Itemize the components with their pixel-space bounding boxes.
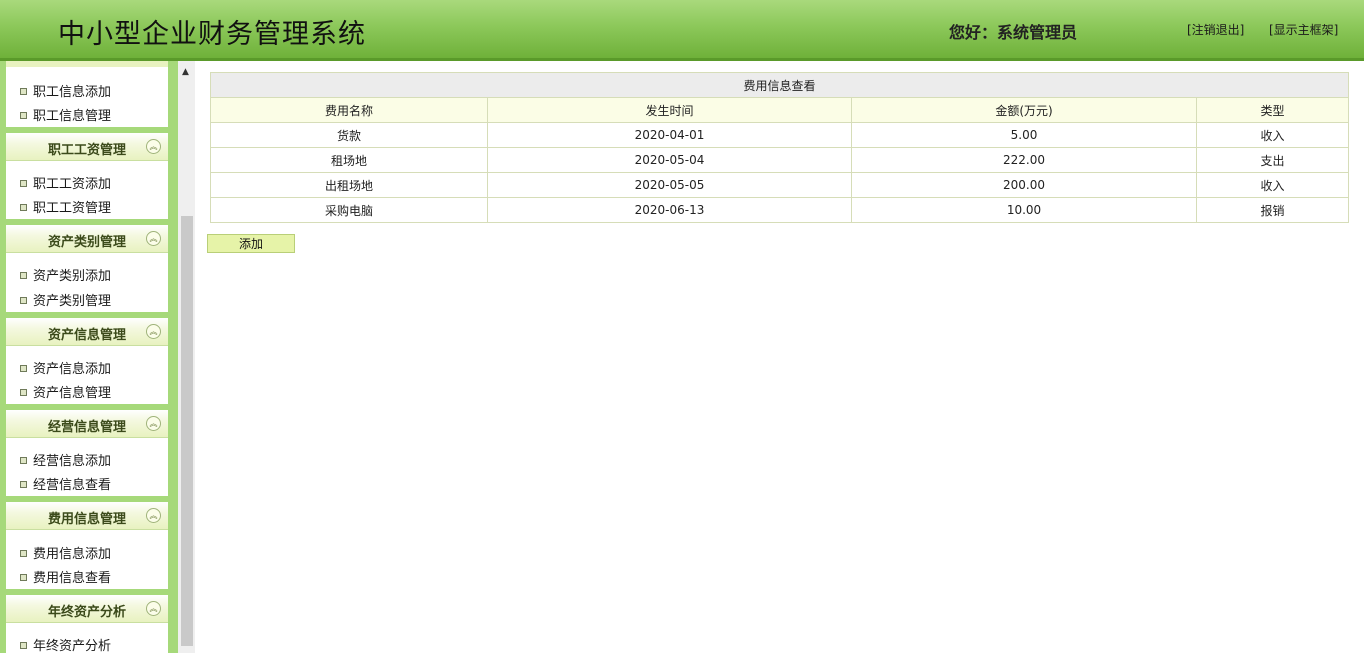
menu-section-year-end: 年终资产分析 ︽: [6, 595, 168, 623]
table-cell: 租场地: [210, 147, 488, 173]
bullet-icon: [20, 272, 27, 279]
menu-head-label: 资产类别管理: [47, 235, 126, 250]
sidebar-item-business-add[interactable]: 经营信息添加: [20, 450, 111, 469]
menu-section-business: 经营信息管理 ︽: [6, 410, 168, 438]
sidebar-item-asset-info-manage[interactable]: 资产信息管理: [20, 382, 111, 401]
table-row: 出租场地 2020-05-05 200.00 收入: [210, 172, 1349, 198]
double-chevron-up-icon[interactable]: ︽: [146, 139, 161, 154]
column-header: 金额(万元): [851, 97, 1197, 123]
bullet-icon: [20, 389, 27, 396]
bullet-icon: [20, 180, 27, 187]
menu-head-label: 资产信息管理: [47, 328, 126, 343]
menu-head-label: 职工工资管理: [47, 143, 126, 158]
table-caption-row: 费用信息查看: [210, 72, 1349, 98]
bullet-icon: [20, 297, 27, 304]
table-row: 采购电脑 2020-06-13 10.00 报销: [210, 197, 1349, 223]
sidebar-item-asset-info-add[interactable]: 资产信息添加: [20, 358, 111, 377]
sidebar-item-asset-category-add[interactable]: 资产类别添加: [20, 265, 111, 284]
show-main-frame-link[interactable]: [显示主框架]: [1269, 21, 1338, 38]
sidebar-item-business-view[interactable]: 经营信息查看: [20, 474, 111, 493]
sidebar-item-employee-manage[interactable]: 职工信息管理: [20, 105, 111, 124]
table-cell: 5.00: [851, 122, 1197, 148]
menu-head[interactable]: 年终资产分析 ︽: [6, 595, 168, 623]
table-cell: 货款: [210, 122, 488, 148]
table-cell: 出租场地: [210, 172, 488, 198]
table-row: 货款 2020-04-01 5.00 收入: [210, 122, 1349, 148]
table-cell: 10.00: [851, 197, 1197, 223]
double-chevron-up-icon[interactable]: ︽: [146, 416, 161, 431]
table-caption: 费用信息查看: [210, 72, 1349, 98]
scrollbar-thumb[interactable]: [181, 216, 193, 646]
table-cell: 收入: [1196, 122, 1349, 148]
menu-section-partial-head: [6, 61, 168, 67]
double-chevron-up-icon[interactable]: ︽: [146, 508, 161, 523]
app-title: 中小型企业财务管理系统: [58, 19, 366, 50]
menu-head-label: 费用信息管理: [47, 512, 126, 527]
bullet-icon: [20, 204, 27, 211]
sidebar-item-expense-add[interactable]: 费用信息添加: [20, 543, 111, 562]
double-chevron-up-icon[interactable]: ︽: [146, 324, 161, 339]
menu-section-asset-info: 资产信息管理 ︽: [6, 318, 168, 346]
sidebar-border-right: [168, 61, 178, 653]
menu-section-salary: 职工工资管理 ︽: [6, 133, 168, 161]
table-cell: 2020-05-04: [487, 147, 852, 173]
sidebar-item-asset-category-manage[interactable]: 资产类别管理: [20, 290, 111, 309]
column-header: 类型: [1196, 97, 1349, 123]
table-row: 租场地 2020-05-04 222.00 支出: [210, 147, 1349, 173]
table-cell: 采购电脑: [210, 197, 488, 223]
add-button[interactable]: 添加: [207, 234, 295, 253]
user-greeting: 您好：系统管理员: [949, 23, 1078, 42]
bullet-icon: [20, 365, 27, 372]
table-cell: 2020-04-01: [487, 122, 852, 148]
bullet-icon: [20, 457, 27, 464]
menu-head[interactable]: 资产信息管理 ︽: [6, 318, 168, 346]
expense-table: 费用信息查看 费用名称 发生时间 金额(万元) 类型 货款 2020-04-01…: [210, 72, 1349, 223]
table-cell: 2020-05-05: [487, 172, 852, 198]
bullet-icon: [20, 112, 27, 119]
logout-link[interactable]: [注销退出]: [1187, 21, 1244, 38]
double-chevron-up-icon[interactable]: ︽: [146, 601, 161, 616]
scroll-up-arrow-icon[interactable]: ▲: [182, 67, 189, 77]
sidebar-item-salary-add[interactable]: 职工工资添加: [20, 173, 111, 192]
menu-head[interactable]: 费用信息管理 ︽: [6, 502, 168, 530]
column-header: 发生时间: [487, 97, 852, 123]
sidebar-item-expense-view[interactable]: 费用信息查看: [20, 567, 111, 586]
bullet-icon: [20, 481, 27, 488]
table-cell: 200.00: [851, 172, 1197, 198]
bullet-icon: [20, 642, 27, 649]
table-cell: 收入: [1196, 172, 1349, 198]
double-chevron-up-icon[interactable]: ︽: [146, 231, 161, 246]
bullet-icon: [20, 550, 27, 557]
sidebar-scrollbar[interactable]: ▲: [178, 61, 195, 653]
menu-head[interactable]: 经营信息管理 ︽: [6, 410, 168, 438]
bullet-icon: [20, 88, 27, 95]
table-header-row: 费用名称 发生时间 金额(万元) 类型: [210, 97, 1349, 123]
menu-section-expense: 费用信息管理 ︽: [6, 502, 168, 530]
menu-head[interactable]: 资产类别管理 ︽: [6, 225, 168, 253]
table-cell: 222.00: [851, 147, 1197, 173]
sidebar-item-employee-add[interactable]: 职工信息添加: [20, 81, 111, 100]
table-cell: 报销: [1196, 197, 1349, 223]
sidebar-item-year-end-analysis[interactable]: 年终资产分析: [20, 635, 111, 654]
menu-head-label: 经营信息管理: [47, 420, 126, 435]
table-cell: 支出: [1196, 147, 1349, 173]
menu-head-label: 年终资产分析: [47, 605, 126, 620]
bullet-icon: [20, 574, 27, 581]
table-cell: 2020-06-13: [487, 197, 852, 223]
menu-head[interactable]: 职工工资管理 ︽: [6, 133, 168, 161]
menu-section-asset-category: 资产类别管理 ︽: [6, 225, 168, 253]
column-header: 费用名称: [210, 97, 488, 123]
main-content: 费用信息查看 费用名称 发生时间 金额(万元) 类型 货款 2020-04-01…: [195, 61, 1364, 653]
sidebar-item-salary-manage[interactable]: 职工工资管理: [20, 197, 111, 216]
